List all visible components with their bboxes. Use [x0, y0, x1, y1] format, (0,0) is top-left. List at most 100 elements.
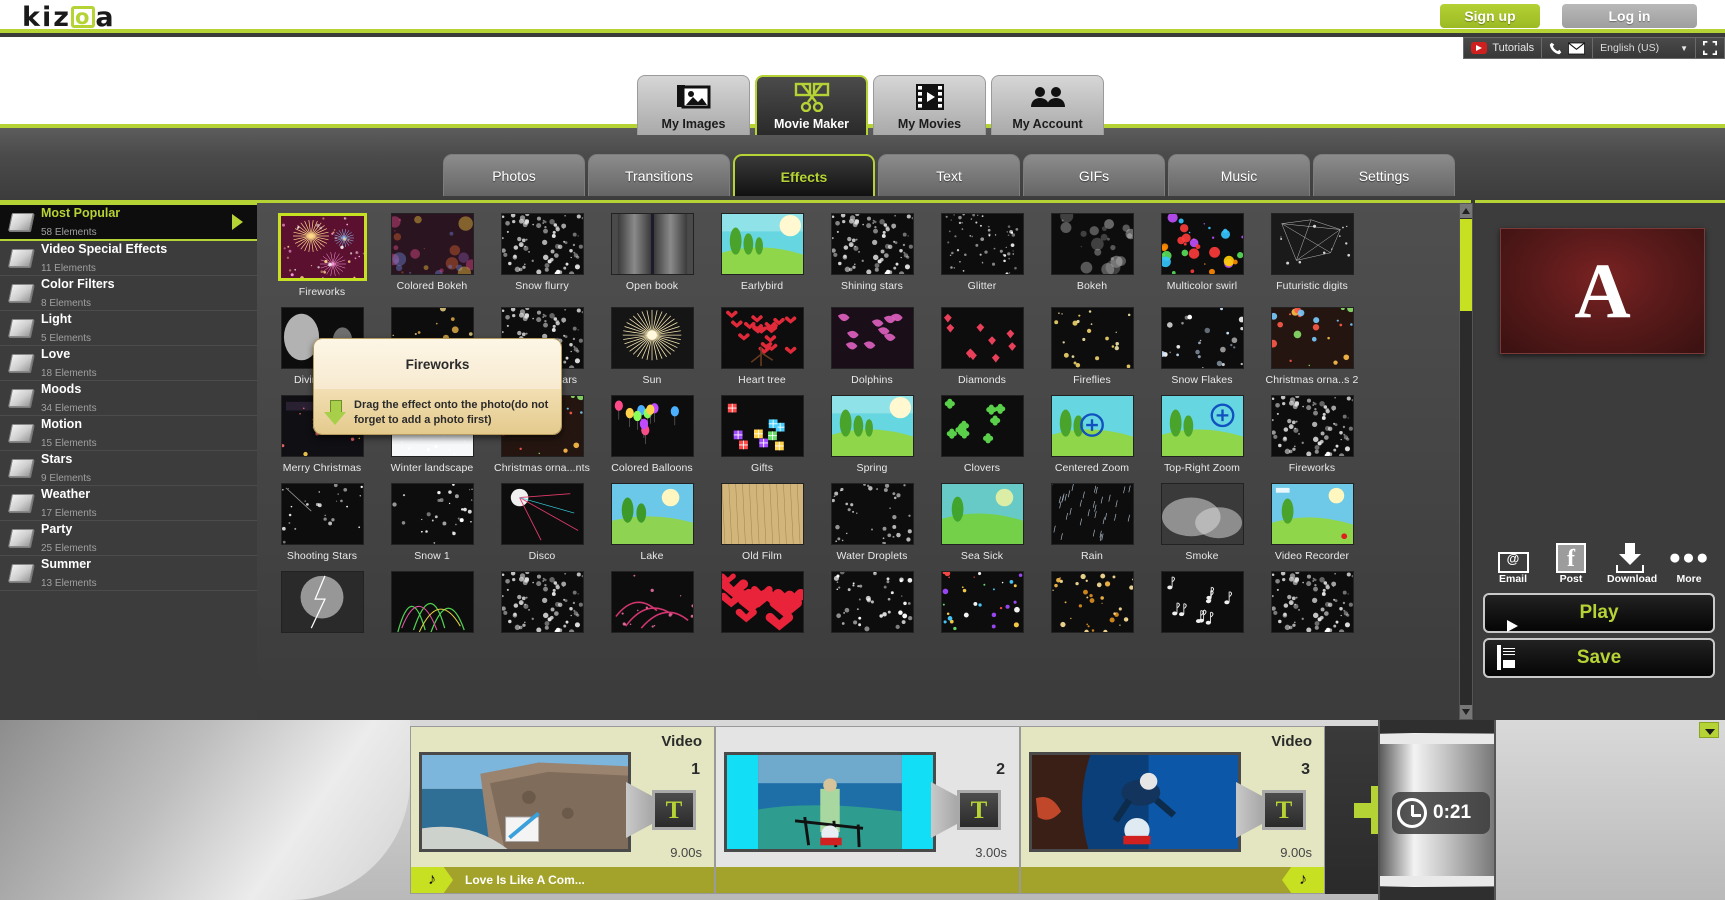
login-button[interactable]: Log in [1562, 4, 1697, 28]
effect-item[interactable]: Gifts [707, 395, 817, 474]
logo-o: o [71, 6, 95, 28]
effect-item[interactable]: Fireflies [1037, 307, 1147, 386]
effect-item[interactable]: Disco [487, 483, 597, 562]
effect-thumbnail [611, 483, 694, 545]
effect-item[interactable]: Bokeh [1037, 213, 1147, 298]
effect-item[interactable]: Spring [817, 395, 927, 474]
tab-music[interactable]: Music [1168, 154, 1310, 196]
effect-item[interactable] [1257, 571, 1367, 638]
effect-item[interactable]: Snow flurry [487, 213, 597, 298]
tab-photos[interactable]: Photos [443, 154, 585, 196]
effect-item[interactable]: Clovers [927, 395, 1037, 474]
share-post-button[interactable]: f Post [1549, 541, 1593, 585]
sidebar-item-color-filters[interactable]: Color Filters8 Elements [0, 276, 257, 311]
clip-text-button[interactable]: T [652, 790, 696, 830]
sidebar-item-video-special-effects[interactable]: Video Special Effects11 Elements [0, 241, 257, 276]
kizoa-logo[interactable]: kizoa [22, 2, 116, 33]
effect-item[interactable]: Futuristic digits [1257, 213, 1367, 298]
timeline-clip-3[interactable]: Video 3 T 9.00s ♪ [1020, 726, 1325, 894]
share-download-button[interactable]: Download [1607, 541, 1653, 585]
effect-item[interactable]: Shining stars [817, 213, 927, 298]
effect-item[interactable] [817, 571, 927, 638]
effect-item[interactable] [707, 571, 817, 638]
effect-item[interactable]: Open book [597, 213, 707, 298]
effect-item[interactable]: Lake [597, 483, 707, 562]
signup-button[interactable]: Sign up [1440, 4, 1540, 28]
effect-item[interactable]: Shooting Stars [267, 483, 377, 562]
effect-item[interactable]: Video Recorder [1257, 483, 1367, 562]
play-button[interactable]: Play [1483, 593, 1715, 633]
effect-item[interactable]: Water Droplets [817, 483, 927, 562]
nav-tab-movie-maker[interactable]: Movie Maker [755, 75, 868, 135]
sidebar-item-light[interactable]: Light5 Elements [0, 311, 257, 346]
music-bar[interactable] [716, 867, 1019, 893]
effect-item[interactable]: Colored Balloons [597, 395, 707, 474]
scroll-thumb[interactable] [1460, 219, 1472, 311]
sidebar-item-weather[interactable]: Weather17 Elements [0, 486, 257, 521]
effect-item[interactable]: Sun [597, 307, 707, 386]
save-button[interactable]: Save [1483, 638, 1715, 678]
effects-scrollbar[interactable] [1459, 203, 1473, 720]
effect-item[interactable]: Multicolor swirl [1147, 213, 1257, 298]
effect-item[interactable]: Sea Sick [927, 483, 1037, 562]
effect-item[interactable]: Diamonds [927, 307, 1037, 386]
timeline[interactable]: Video 1 T 9.00s ♪ Love Is Like A Com... [0, 720, 1725, 900]
share-email-button[interactable]: Email [1491, 541, 1535, 585]
effect-item[interactable]: Smoke [1147, 483, 1257, 562]
clip-text-button[interactable]: T [1262, 790, 1306, 830]
category-sidebar[interactable]: Most Popular58 ElementsVideo Special Eff… [0, 200, 257, 720]
tab-effects[interactable]: Effects [733, 154, 875, 196]
effect-item[interactable] [487, 571, 597, 638]
effect-item[interactable]: Old Film [707, 483, 817, 562]
effect-thumbnail [611, 571, 694, 633]
movie-preview[interactable]: A [1500, 228, 1705, 354]
nav-tab-my-images[interactable]: My Images [637, 75, 750, 135]
tutorials-button[interactable]: Tutorials [1463, 37, 1541, 59]
effect-item[interactable]: Snow 1 [377, 483, 487, 562]
effect-item[interactable]: Top-Right Zoom [1147, 395, 1257, 474]
effect-item[interactable] [1147, 571, 1257, 638]
language-select[interactable]: English (US) ▼ [1592, 37, 1695, 59]
music-bar[interactable]: ♪ Love Is Like A Com... [411, 867, 714, 893]
timeline-dropdown-icon[interactable] [1699, 722, 1719, 738]
timeline-clip-2[interactable]: 2 T 3.00s [715, 726, 1020, 894]
clip-text-button[interactable]: T [957, 790, 1001, 830]
sidebar-item-most-popular[interactable]: Most Popular58 Elements [0, 203, 257, 241]
sidebar-item-love[interactable]: Love18 Elements [0, 346, 257, 381]
timeline-clip-1[interactable]: Video 1 T 9.00s ♪ Love Is Like A Com... [410, 726, 715, 894]
contact-button[interactable] [1541, 37, 1592, 59]
effect-item[interactable] [1037, 571, 1147, 638]
sidebar-item-motion[interactable]: Motion15 Elements [0, 416, 257, 451]
effect-item[interactable] [267, 571, 377, 638]
sidebar-item-summer[interactable]: Summer13 Elements [0, 556, 257, 591]
scroll-down-icon[interactable] [1460, 705, 1472, 719]
share-more-button[interactable]: ●●● More [1667, 541, 1711, 585]
tab-gifs[interactable]: GIFs [1023, 154, 1165, 196]
effect-item[interactable] [377, 571, 487, 638]
effect-item[interactable] [597, 571, 707, 638]
tab-transitions[interactable]: Transitions [588, 154, 730, 196]
nav-tab-my-movies[interactable]: My Movies [873, 75, 986, 135]
effect-item[interactable]: Christmas orna..s 2 [1257, 307, 1367, 386]
effect-item[interactable]: Earlybird [707, 213, 817, 298]
effect-item-selected[interactable]: Fireworks [267, 213, 377, 298]
fullscreen-button[interactable] [1695, 37, 1725, 59]
effect-item[interactable]: Rain [1037, 483, 1147, 562]
effect-item[interactable]: Centered Zoom [1037, 395, 1147, 474]
sidebar-item-party[interactable]: Party25 Elements [0, 521, 257, 556]
nav-tab-my-account[interactable]: My Account [991, 75, 1104, 135]
sidebar-item-moods[interactable]: Moods34 Elements [0, 381, 257, 416]
effect-label: Christmas orna...nts [487, 462, 597, 474]
effect-item[interactable]: Heart tree [707, 307, 817, 386]
effect-item[interactable] [927, 571, 1037, 638]
scroll-up-icon[interactable] [1460, 204, 1472, 218]
effect-item[interactable]: Colored Bokeh [377, 213, 487, 298]
music-bar[interactable]: ♪ [1021, 867, 1324, 893]
effect-item[interactable]: Glitter [927, 213, 1037, 298]
tab-text[interactable]: Text [878, 154, 1020, 196]
sidebar-item-stars[interactable]: Stars9 Elements [0, 451, 257, 486]
tab-settings[interactable]: Settings [1313, 154, 1455, 196]
effect-item[interactable]: Fireworks [1257, 395, 1367, 474]
effect-item[interactable]: Dolphins [817, 307, 927, 386]
effect-item[interactable]: Snow Flakes [1147, 307, 1257, 386]
